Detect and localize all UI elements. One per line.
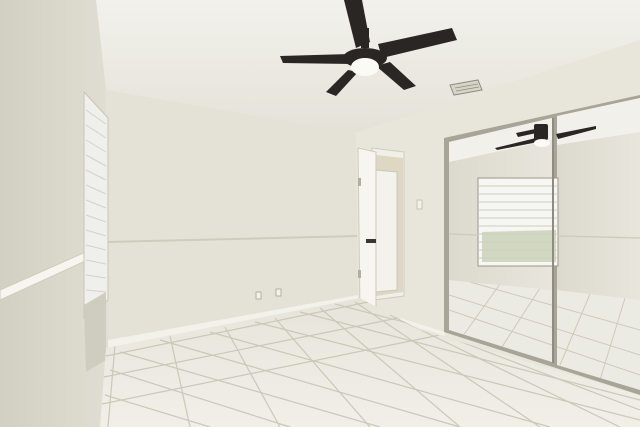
outlet	[255, 291, 262, 300]
fan-light	[351, 58, 379, 76]
light-switch	[416, 199, 423, 210]
open-door-panel	[357, 147, 377, 319]
left-window-sill	[84, 292, 106, 372]
door-handle	[366, 239, 376, 243]
reflected-window	[477, 177, 559, 267]
bedroom-illustration	[0, 0, 640, 427]
bedroom-door	[357, 147, 405, 319]
hallway-door	[375, 169, 398, 293]
door-hinge	[358, 270, 361, 278]
bedroom-photo	[0, 0, 640, 427]
outlet	[275, 288, 282, 297]
left-window	[83, 90, 109, 372]
door-hinge	[358, 178, 361, 186]
